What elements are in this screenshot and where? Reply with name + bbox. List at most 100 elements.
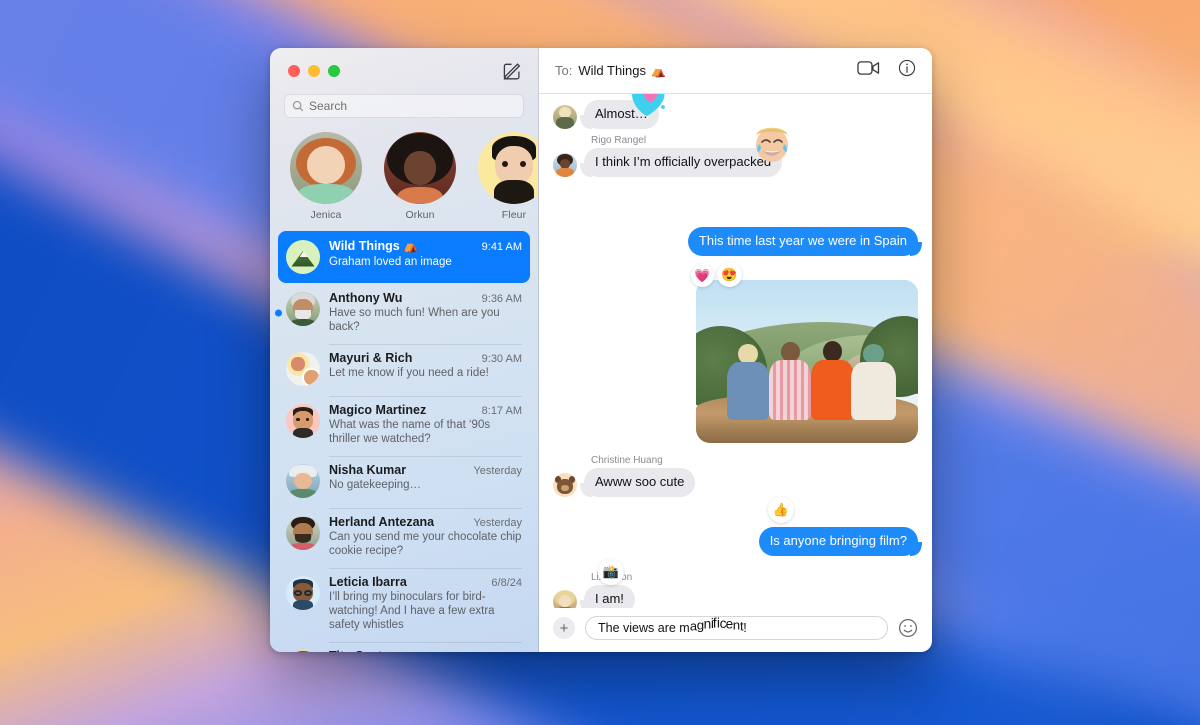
conversation-preview: Have so much fun! When are you back?: [329, 307, 500, 333]
conversation-name: Mayuri & Rich: [329, 351, 413, 365]
pinned-contacts: Jenica Orkun Fleur: [270, 118, 538, 227]
message-row: Is anyone bringing film? 👍: [553, 497, 918, 556]
avatar: [286, 352, 320, 386]
conversation-timestamp: Yesterday: [473, 465, 522, 477]
conversation-timestamp: 9:30 AM: [481, 353, 522, 365]
search-placeholder: Search: [309, 99, 348, 113]
messages-window: Search Jenica Orkun Fleur Wild Things ⛺ 9:4…: [270, 48, 932, 652]
message-bubble[interactable]: Almost…: [584, 100, 659, 129]
conversation-preview: No gatekeeping…: [329, 479, 422, 491]
message-input-text: The views are magnificent!: [598, 616, 747, 635]
message-composer: + The views are magnificent!: [539, 608, 932, 652]
minimize-button[interactable]: [308, 65, 320, 77]
zoom-button[interactable]: [328, 65, 340, 77]
conversation-name: Leticia Ibarra: [329, 575, 407, 589]
conversation-timestamp: 9:36 AM: [481, 293, 522, 305]
conversation-row[interactable]: Nisha Kumar Yesterday No gatekeeping…: [278, 455, 530, 508]
avatar: [290, 132, 362, 204]
message-row: 💗 😍: [553, 262, 918, 443]
conversation-name: Herland Antezana: [329, 515, 435, 529]
avatar: [286, 292, 320, 326]
chat-pane: To: Wild Things ⛺ Almost… Rigo Rangel I …: [539, 48, 932, 652]
conversation-row[interactable]: Tito Santos6/7/24One triple shot coming …: [278, 641, 530, 652]
message-bubble[interactable]: I am!: [584, 585, 635, 608]
to-label: To:: [555, 63, 573, 78]
pinned-contact-name: Orkun: [405, 209, 435, 221]
pinned-contact-orkun[interactable]: Orkun: [384, 132, 456, 221]
photo-image[interactable]: [696, 280, 918, 443]
message-bubble[interactable]: I think I’m officially overpacked: [584, 148, 783, 177]
pinned-contact-jenica[interactable]: Jenica: [290, 132, 362, 221]
avatar: [553, 590, 577, 608]
avatar: [553, 153, 577, 177]
conversation-preview: What was the name of that ‘90s thriller …: [329, 419, 491, 445]
conversation-name: Magico Martinez: [329, 403, 427, 417]
conversation-name: Tito Santos: [329, 649, 485, 652]
avatar: [553, 105, 577, 129]
unread-dot: [275, 309, 282, 317]
message-sender-name: Liz Dizon: [591, 572, 632, 583]
avatar: [286, 576, 320, 610]
conversation-timestamp: 8:17 AM: [481, 405, 522, 417]
pinned-contact-fleur[interactable]: Fleur: [478, 132, 538, 221]
conversation-row[interactable]: Wild Things ⛺ 9:41 AM Graham loved an imag…: [278, 231, 530, 283]
conversation-name: Wild Things ⛺: [329, 239, 419, 253]
smiley-face-icon[interactable]: [898, 618, 918, 638]
sidebar-titlebar: [270, 48, 538, 94]
message-bubble[interactable]: Is anyone bringing film?: [758, 527, 918, 556]
chat-header: To: Wild Things ⛺: [539, 48, 932, 94]
window-traffic-lights[interactable]: [288, 65, 340, 77]
conversation-timestamp: Yesterday: [473, 517, 522, 529]
conversation-row[interactable]: Magico Martinez 8:17 AM What was the name …: [278, 395, 530, 456]
search-icon: [292, 100, 304, 112]
conversation-name: Anthony Wu: [329, 291, 403, 305]
avatar: [286, 240, 320, 274]
reaction-badge[interactable]: 😍: [717, 262, 742, 287]
conversation-preview: Graham loved an image: [329, 256, 452, 268]
recipient-name[interactable]: Wild Things: [578, 63, 646, 78]
video-camera-icon[interactable]: [857, 60, 880, 81]
pinned-contact-name: Jenica: [310, 209, 342, 221]
message-bubble[interactable]: This time last year we were in Spain: [687, 227, 918, 256]
conversation-row[interactable]: Herland Antezana Yesterday Can you send me…: [278, 507, 530, 568]
avatar: [553, 473, 577, 497]
message-row: I think I’m officially overpacked: [553, 127, 918, 177]
conversation-timestamp: 9:41 AM: [481, 241, 522, 253]
avatar: [286, 516, 320, 550]
photo-attachment[interactable]: 💗 😍: [691, 262, 918, 443]
message-input[interactable]: The views are magnificent!: [585, 616, 888, 640]
conversation-timestamp: 6/7/24: [491, 651, 522, 652]
conversation-row[interactable]: Mayuri & Rich 9:30 AM Let me know if you n…: [278, 343, 530, 396]
avatar: [286, 650, 320, 652]
message-row: This time last year we were in Spain: [553, 227, 918, 256]
message-bubble[interactable]: Awww soo cute: [584, 468, 696, 497]
message-row: Almost…: [553, 94, 918, 129]
compose-icon[interactable]: [502, 61, 522, 81]
avatar: [478, 132, 538, 204]
reaction-badge[interactable]: 💗: [691, 264, 714, 287]
conversation-preview: Can you send me your chocolate chip cook…: [329, 531, 522, 557]
conversation-row[interactable]: Leticia Ibarra 6/8/24 I’ll bring my binocu…: [278, 567, 530, 642]
camera-sticker: 📸: [598, 559, 624, 585]
conversation-preview: Let me know if you need a ride!: [329, 367, 489, 379]
conversation-preview: I’ll bring my binoculars for bird-watchi…: [329, 591, 495, 631]
message-row: Awww soo cute: [553, 468, 918, 497]
close-button[interactable]: [288, 65, 300, 77]
message-sender-name: Christine Huang: [591, 455, 663, 466]
pinned-contact-name: Fleur: [501, 209, 527, 221]
info-circle-icon[interactable]: [898, 59, 916, 82]
message-row: I am! 📸: [553, 559, 918, 608]
recipient-emoji: ⛺: [651, 63, 666, 78]
search-input[interactable]: Search: [284, 94, 524, 118]
conversation-name: Nisha Kumar: [329, 463, 407, 477]
add-attachment-button[interactable]: +: [553, 617, 575, 639]
message-thread: Almost… Rigo Rangel I think I’m official…: [539, 94, 932, 608]
conversation-list: Wild Things ⛺ 9:41 AM Graham loved an imag…: [270, 227, 538, 652]
conversation-timestamp: 6/8/24: [491, 577, 522, 589]
conversation-row[interactable]: Anthony Wu 9:36 AM Have so much fun! When …: [275, 283, 530, 344]
message-sender-name: Rigo Rangel: [591, 135, 647, 146]
avatar: [384, 132, 456, 204]
avatar: [286, 404, 320, 438]
search-container: Search: [270, 94, 538, 118]
conversations-sidebar: Search Jenica Orkun Fleur Wild Things ⛺ 9:4…: [270, 48, 539, 652]
